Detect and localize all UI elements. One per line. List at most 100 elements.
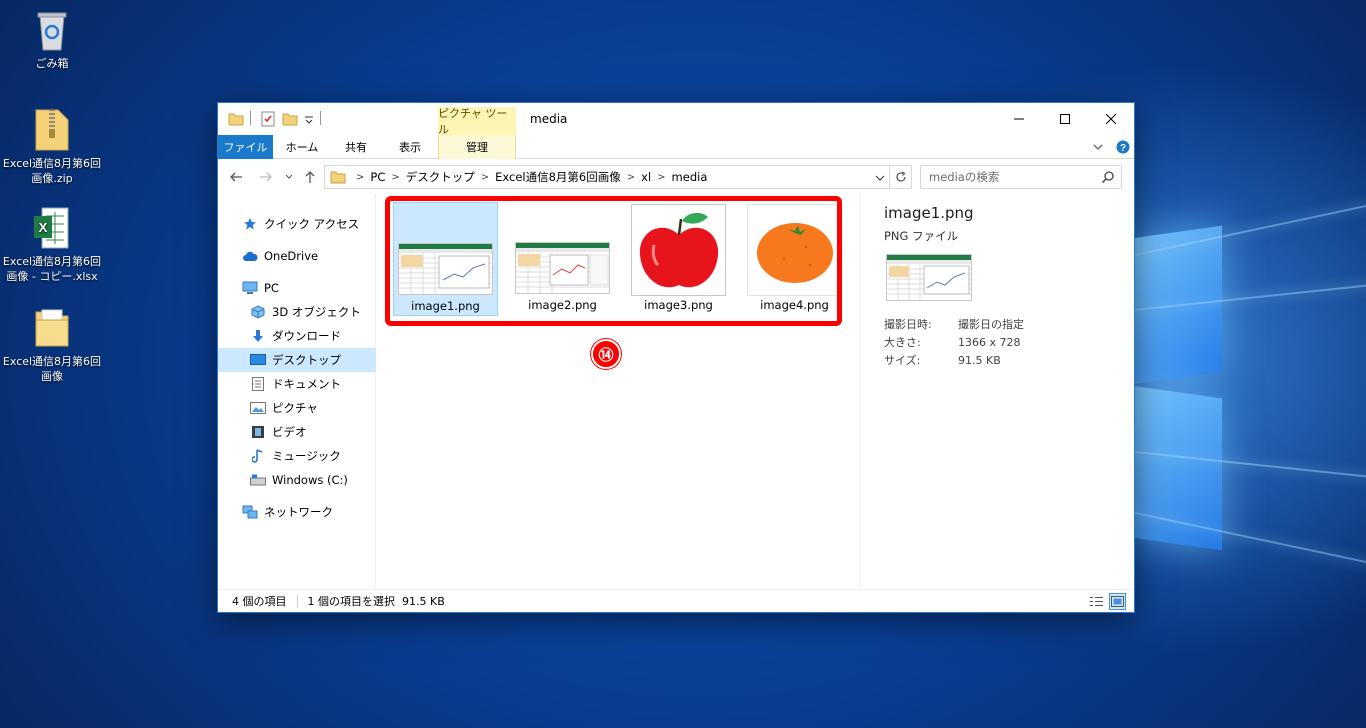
- breadcrumb-separator-icon[interactable]: >: [657, 172, 665, 183]
- file-tile-image4[interactable]: image4.png: [743, 202, 848, 316]
- title-bar: ピクチャ ツール media: [218, 103, 1134, 136]
- status-selection: 1 個の項目を選択 91.5 KB: [307, 595, 445, 608]
- breadcrumb-desktop[interactable]: デスクトップ: [406, 169, 475, 185]
- desktop-icon-recycle-bin[interactable]: ごみ箱: [0, 8, 104, 71]
- details-key: 撮影日時:: [884, 318, 932, 331]
- details-file-name: image1.png: [884, 204, 974, 222]
- chevron-down-icon[interactable]: [1092, 141, 1104, 153]
- nav-item-windows-c[interactable]: Windows (C:): [218, 468, 376, 492]
- network-icon: [242, 505, 258, 519]
- desktop-icon-zip[interactable]: Excel通信8月第6回 画像.zip: [0, 106, 104, 186]
- file-tile-image3[interactable]: image3.png: [627, 202, 732, 316]
- file-name: image1.png: [411, 299, 480, 313]
- orange-thumbnail-icon: [757, 223, 833, 283]
- file-tile-image1[interactable]: image1.png: [393, 202, 498, 316]
- minimize-button[interactable]: [996, 103, 1042, 135]
- up-button[interactable]: [302, 169, 318, 185]
- breadcrumb-folder[interactable]: Excel通信8月第6回画像: [495, 169, 621, 185]
- details-value: 91.5 KB: [958, 354, 1001, 367]
- arrow-right-icon: [260, 172, 272, 182]
- address-bar[interactable]: > PC > デスクトップ > Excel通信8月第6回画像 > xl > me…: [324, 165, 890, 189]
- nav-item-quick-access[interactable]: クイック アクセス: [218, 212, 376, 236]
- folder-icon: [35, 309, 69, 347]
- arrow-up-icon: [305, 171, 315, 183]
- context-tab-title: ピクチャ ツール: [438, 107, 516, 136]
- desktop-icon-label: ごみ箱: [35, 57, 69, 70]
- details-view-icon: [1090, 597, 1103, 606]
- nav-item-3d-objects[interactable]: 3D オブジェクト: [218, 300, 376, 324]
- desktop-icon-folder[interactable]: Excel通信8月第6回 画像: [0, 306, 104, 384]
- desktop-icon-excel[interactable]: X Excel通信8月第6回 画像 - コピー.xlsx: [0, 206, 104, 284]
- desktop-icon-label: Excel通信8月第6回 画像 - コピー.xlsx: [2, 255, 102, 283]
- chevron-down-icon[interactable]: [875, 173, 885, 183]
- search-input[interactable]: mediaの検索: [920, 165, 1122, 189]
- qat-dropdown-icon[interactable]: [304, 111, 314, 127]
- properties-icon[interactable]: [260, 111, 276, 127]
- nav-item-label: ドキュメント: [272, 377, 341, 391]
- tab-share[interactable]: 共有: [330, 135, 382, 159]
- spreadsheet-chart-thumbnail-icon: [516, 243, 609, 293]
- back-button[interactable]: [228, 169, 244, 185]
- ribbon-tab-bar: ファイル ホーム 共有 表示 管理: [218, 135, 1134, 159]
- breadcrumb-separator-icon[interactable]: >: [627, 172, 635, 183]
- nav-item-label: ネットワーク: [264, 505, 333, 519]
- desktop-icon-label: Excel通信8月第6回 画像: [2, 355, 102, 383]
- desktop-icon-label: Excel通信8月第6回 画像.zip: [2, 157, 102, 185]
- nav-item-pictures[interactable]: ピクチャ: [218, 396, 376, 420]
- details-view-button[interactable]: [1088, 593, 1105, 610]
- star-icon: [244, 218, 256, 230]
- download-arrow-icon: [253, 330, 263, 342]
- file-thumbnail: [398, 243, 493, 295]
- status-bar: 4 個の項目 1 個の項目を選択 91.5 KB: [218, 589, 1134, 612]
- details-row-dimensions: 大きさ: 1366 x 728: [884, 334, 1021, 350]
- chevron-down-icon: [285, 174, 293, 179]
- tab-file[interactable]: ファイル: [218, 135, 273, 159]
- new-folder-icon[interactable]: [282, 111, 298, 127]
- recent-locations-button[interactable]: [284, 169, 294, 185]
- close-icon: [1106, 114, 1116, 124]
- tab-manage[interactable]: 管理: [438, 135, 516, 159]
- zip-folder-icon: [35, 109, 69, 151]
- nav-item-label: PC: [264, 281, 279, 295]
- file-tile-image2[interactable]: image2.png: [511, 202, 616, 316]
- details-row-date: 撮影日時: 撮影日の指定: [884, 316, 1024, 332]
- window-title: media: [530, 112, 568, 126]
- folder-icon: [330, 171, 346, 184]
- details-value: 1366 x 728: [958, 336, 1021, 349]
- close-button[interactable]: [1088, 103, 1134, 135]
- nav-item-downloads[interactable]: ダウンロード: [218, 324, 376, 348]
- drive-icon: [250, 474, 266, 486]
- help-icon[interactable]: ?: [1116, 140, 1130, 154]
- nav-item-onedrive[interactable]: OneDrive: [218, 244, 376, 268]
- computer-icon: [242, 281, 258, 294]
- cube-icon: [251, 305, 265, 319]
- nav-item-desktop[interactable]: デスクトップ: [218, 348, 376, 372]
- nav-item-network[interactable]: ネットワーク: [218, 500, 376, 524]
- nav-item-documents[interactable]: ドキュメント: [218, 372, 376, 396]
- nav-item-videos[interactable]: ビデオ: [218, 420, 376, 444]
- large-icons-view-button[interactable]: [1109, 593, 1126, 610]
- breadcrumb-pc[interactable]: PC: [370, 170, 385, 184]
- search-placeholder: mediaの検索: [929, 170, 1000, 184]
- details-value[interactable]: 撮影日の指定: [958, 318, 1024, 331]
- tab-home[interactable]: ホーム: [276, 135, 328, 159]
- breadcrumb-separator-icon[interactable]: >: [481, 172, 489, 183]
- breadcrumb-separator-icon[interactable]: >: [391, 172, 399, 183]
- ribbon-right-controls: ?: [1092, 139, 1130, 155]
- forward-button[interactable]: [258, 169, 274, 185]
- nav-item-music[interactable]: ミュージック: [218, 444, 376, 468]
- nav-item-pc[interactable]: PC: [218, 276, 376, 300]
- status-item-count: 4 個の項目: [232, 595, 287, 608]
- svg-text:X: X: [39, 220, 48, 235]
- refresh-icon: [895, 171, 906, 182]
- maximize-button[interactable]: [1042, 103, 1088, 135]
- explorer-window: ピクチャ ツール media ファイル ホーム 共有 表示 管理 ? > PC …: [217, 102, 1135, 613]
- breadcrumb-xl[interactable]: xl: [641, 170, 651, 184]
- status-separator: [296, 595, 298, 607]
- breadcrumb-media[interactable]: media: [672, 170, 708, 184]
- refresh-button[interactable]: [890, 165, 912, 189]
- folder-icon: [228, 113, 244, 126]
- tab-view[interactable]: 表示: [384, 135, 436, 159]
- file-name: image2.png: [528, 298, 597, 312]
- nav-item-label: デスクトップ: [272, 353, 341, 367]
